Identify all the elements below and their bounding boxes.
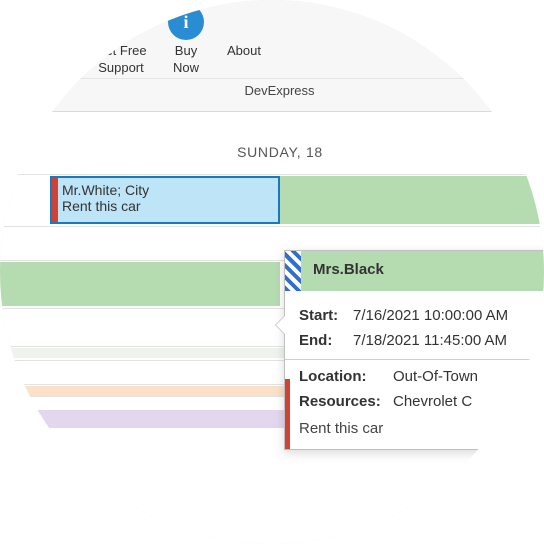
ribbon-btn-buy-now[interactable]: i Buy Now <box>158 0 214 78</box>
ribbon-btn-label2: Support <box>98 61 144 76</box>
ribbon-btn-label2: Started <box>26 61 68 76</box>
tooltip-arrow-icon <box>275 315 285 335</box>
tooltip-location-value: Out-Of-Town <box>393 368 478 385</box>
ribbon-btn-getting-started[interactable]: ↻ Getting Started <box>10 0 84 78</box>
ribbon-group-label: DevExpress <box>0 78 544 104</box>
tooltip-resources-value: Chevrolet C <box>393 393 472 410</box>
number-icon: 123 <box>0 4 3 40</box>
ribbon-btn-label: Buy <box>175 44 197 59</box>
tooltip-subject: Mrs.Black <box>301 251 396 291</box>
support-icon: ✓ <box>103 4 139 40</box>
refresh-icon: ↻ <box>29 4 65 40</box>
ribbon-group-devexpress: 123 tion ↻ Getting Started ✓ Get Free Su… <box>0 0 544 111</box>
ribbon-btn-label2: Now <box>173 61 199 76</box>
tooltip-status-bar-icon <box>285 379 290 449</box>
day-header: SUNDAY, 18 <box>0 112 544 174</box>
status-bar-icon <box>52 178 58 222</box>
ribbon-btn-label: Getting <box>26 44 68 59</box>
appointment-bg[interactable] <box>278 176 544 224</box>
blank-icon <box>226 4 262 40</box>
appointment-selected[interactable]: Mr.White; City Rent this car <box>50 176 280 224</box>
tooltip-end-label: End: <box>299 332 347 349</box>
tooltip-separator <box>285 359 544 360</box>
ribbon-btn-get-support[interactable]: ✓ Get Free Support <box>84 0 158 78</box>
appointment-peach[interactable] <box>0 386 300 396</box>
app-canvas: 123 tion ↻ Getting Started ✓ Get Free Su… <box>0 0 544 544</box>
appointment-subject: Mr.White; City <box>62 182 272 198</box>
appointment-lavender[interactable] <box>0 410 300 428</box>
ribbon-buttons: 123 tion ↻ Getting Started ✓ Get Free Su… <box>0 0 544 78</box>
ribbon-btn-0[interactable]: 123 tion <box>0 0 10 78</box>
tooltip-description: Rent this car <box>299 420 544 437</box>
appointment-ghost-1[interactable] <box>0 348 300 358</box>
tooltip-end-value: 7/18/2021 11:45:00 AM <box>353 332 507 349</box>
ribbon-btn-about[interactable]: About <box>214 0 274 78</box>
ribbon: 123 tion ↻ Getting Started ✓ Get Free Su… <box>0 0 544 112</box>
tooltip-start-value: 7/16/2021 10:00:00 AM <box>353 307 508 324</box>
tooltip-start-label: Start: <box>299 307 347 324</box>
tooltip-body: Start: 7/16/2021 10:00:00 AM End: 7/18/2… <box>285 291 544 449</box>
circular-viewport: 123 tion ↻ Getting Started ✓ Get Free Su… <box>0 0 544 544</box>
appointment-description: Rent this car <box>62 198 272 214</box>
appointment-tooltip: Mrs.Black Start: 7/16/2021 10:00:00 AM E… <box>284 250 544 450</box>
ribbon-btn-label: Get Free <box>95 44 146 59</box>
tooltip-header: Mrs.Black <box>285 251 544 291</box>
tooltip-location-label: Location: <box>299 368 387 385</box>
appointment-green[interactable] <box>0 262 280 306</box>
tooltip-resources-label: Resources: <box>299 393 387 410</box>
recurrence-hatch-icon <box>285 251 301 291</box>
info-icon: i <box>168 4 204 40</box>
ribbon-btn-label: About <box>227 44 261 59</box>
